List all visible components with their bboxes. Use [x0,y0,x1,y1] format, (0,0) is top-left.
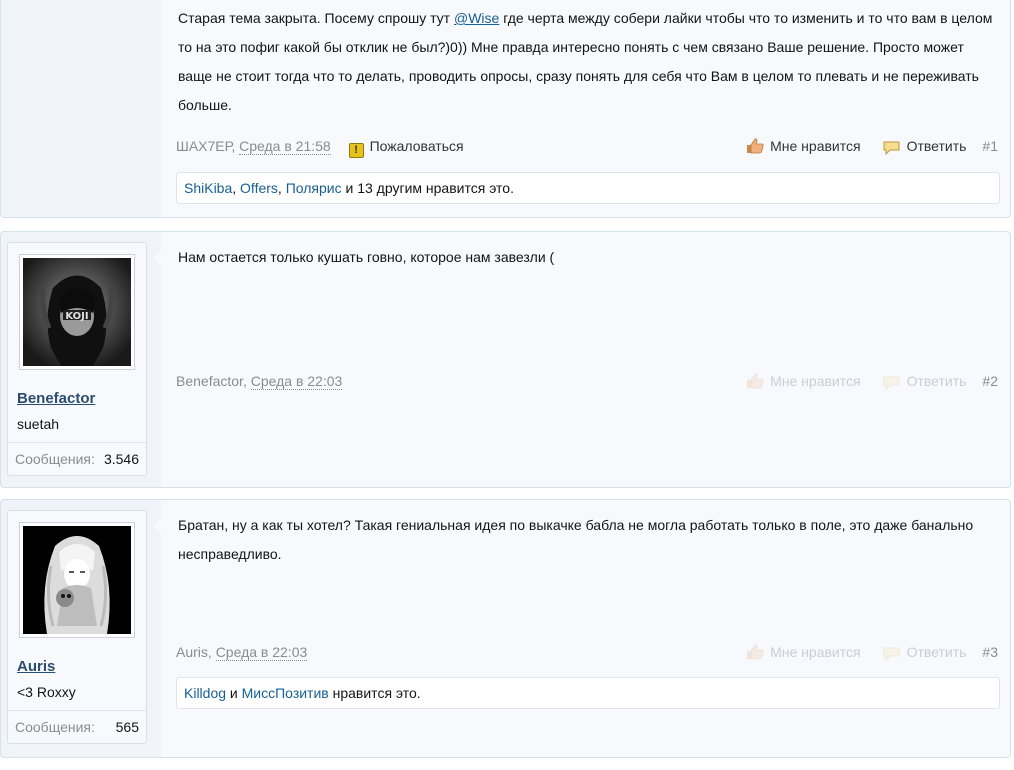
like-button[interactable]: Мне нравится [746,136,861,156]
likes-summary: ShiKiba, Offers, Полярис и 13 другим нра… [176,172,1000,204]
thumbs-up-icon [746,138,764,154]
user-title: <3 Roxxy [17,684,76,700]
avatar-image [23,526,131,634]
user-info: Auris <3 Roxxy Сообщения: 565 [7,510,147,744]
post-time[interactable]: Среда в 22:03 [250,373,343,390]
liker-link[interactable]: ShiKiba [184,180,232,196]
avatar[interactable]: KOJI [19,254,135,370]
post-number[interactable]: #3 [982,642,998,662]
author-link[interactable]: ШАХ7ЕР [176,138,231,154]
message-meta: ШАХ7ЕР, Среда в 21:58 ! Пожаловаться Мне … [176,136,998,158]
like-button[interactable]: Мне нравится [746,371,861,391]
stat-label: Сообщения: [15,451,95,467]
post-time[interactable]: Среда в 21:58 [239,138,331,155]
post-number[interactable]: #1 [982,136,998,156]
user-title: suetah [17,416,60,432]
liker-link[interactable]: Полярис [286,180,342,196]
message-text: Братан, ну а как ты хотел? Такая гениаль… [178,517,974,562]
likes-summary: Killdog и МиссПозитив нравится это. [176,677,1000,709]
post-number[interactable]: #2 [982,371,998,391]
stat-label: Сообщения: [15,719,95,735]
stat-value[interactable]: 3.546 [104,451,139,467]
mention-link[interactable]: @Wise [454,10,499,26]
stat-value[interactable]: 565 [116,719,139,735]
message-meta: Auris, Среда в 22:03 Мне нравится Ответи… [176,642,998,662]
reply-bubble-icon [883,646,900,661]
user-message-count: Сообщения: 565 [8,710,146,744]
post-3: Auris <3 Roxxy Сообщения: 565 Братан, ну… [0,499,1011,758]
liker-link[interactable]: МиссПозитив [242,685,329,701]
post-time[interactable]: Среда в 22:03 [215,644,308,661]
like-button[interactable]: Мне нравится [746,642,861,662]
avatar-caption: KOJI [65,311,88,322]
avatar[interactable] [19,522,135,638]
reply-button[interactable]: Ответить [883,371,966,391]
user-message-count: Сообщения: 3.546 [8,442,146,476]
user-info: KOJI Benefactor suetah Сообщения: 3.546 [7,242,147,476]
message-text: Старая тема закрыта. Посему спрошу тут @… [178,10,993,113]
reply-button[interactable]: Ответить [883,642,966,662]
report-button[interactable]: ! Пожаловаться [348,138,464,158]
author-link[interactable]: Benefactor [176,373,243,389]
message-arrow [153,250,161,266]
reply-bubble-icon [883,140,900,155]
message-arrow [153,518,161,534]
message-body: Старая тема закрыта. Посему спрошу тут @… [161,0,1010,217]
liker-link[interactable]: Killdog [184,685,226,701]
message-body: Братан, ну а как ты хотел? Такая гениаль… [153,500,1010,757]
post-actions: Мне нравится Ответить #1 [724,136,998,156]
message-body: Нам остается только кушать говно, которо… [153,232,1010,487]
author-link[interactable]: Auris [176,644,208,660]
post-actions: Мне нравится Ответить #3 [724,642,998,662]
warning-icon: ! [348,143,364,158]
thumbs-up-icon [746,644,764,660]
reply-bubble-icon [883,375,900,390]
likes-others[interactable]: и 13 другим нравится это. [342,180,513,196]
message-text: Нам остается только кушать говно, которо… [178,249,555,265]
liker-link[interactable]: Offers [240,180,278,196]
username-link[interactable]: Benefactor [17,390,95,407]
avatar-image: KOJI [23,258,131,366]
post-2: KOJI Benefactor suetah Сообщения: 3.546 … [0,231,1011,488]
reply-button[interactable]: Ответить [883,136,966,156]
thumbs-up-icon [746,373,764,389]
post-actions: Мне нравится Ответить #2 [724,371,998,391]
username-link[interactable]: Auris [17,658,55,675]
message-meta: Benefactor, Среда в 22:03 Мне нравится О… [176,371,998,391]
post-1: Старая тема закрыта. Посему спрошу тут @… [0,0,1011,218]
